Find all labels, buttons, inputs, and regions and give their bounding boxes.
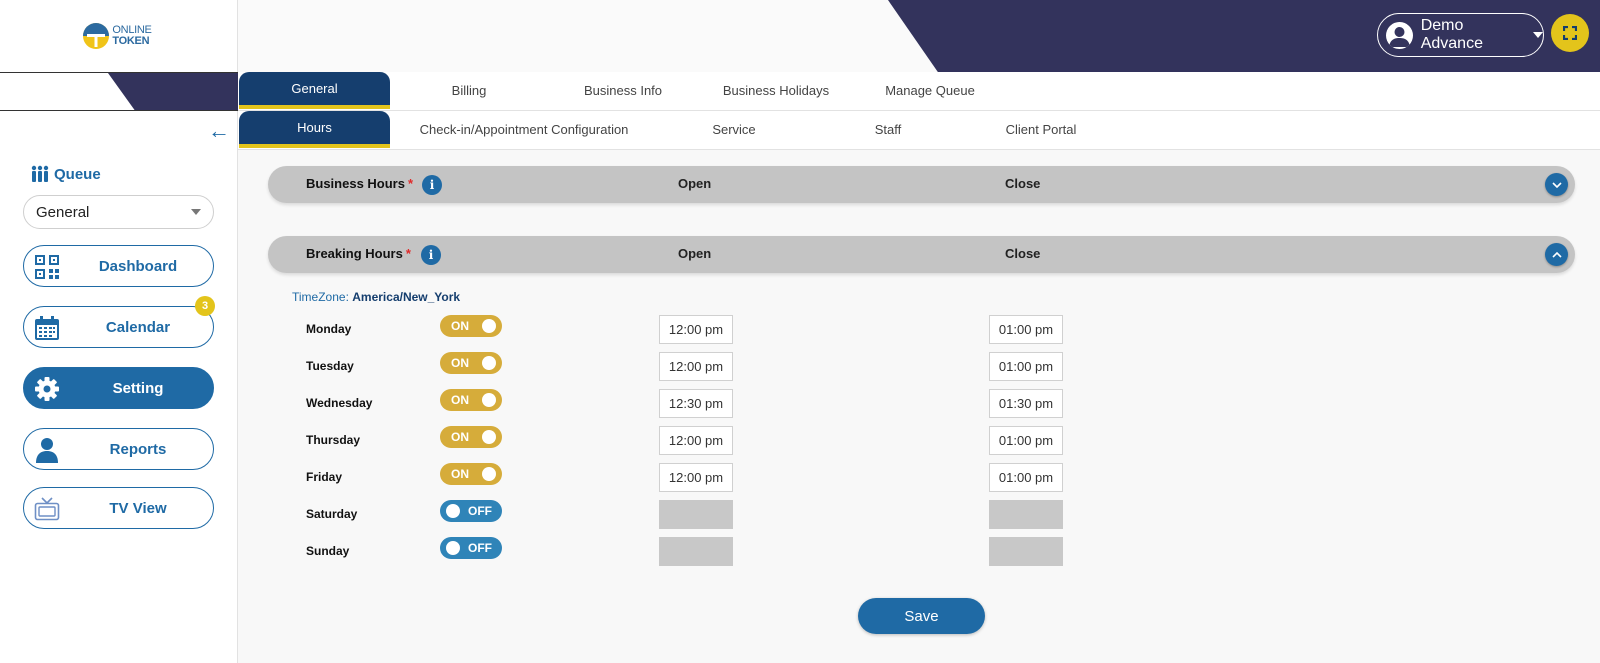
open-time-saturday bbox=[659, 500, 733, 529]
toggle-saturday[interactable]: OFF bbox=[440, 500, 502, 522]
open-time-sunday bbox=[659, 537, 733, 566]
breaking-hours-header[interactable]: Breaking Hours * i Open Close bbox=[268, 236, 1575, 273]
tab-client-portal[interactable]: Client Portal bbox=[971, 111, 1111, 148]
timezone-label: TimeZone: bbox=[292, 290, 349, 304]
open-time-wednesday[interactable]: 12:30 pm bbox=[659, 389, 733, 418]
day-label-thursday: Thursday bbox=[306, 433, 361, 447]
chevron-down-icon bbox=[1533, 32, 1543, 38]
user-avatar-icon bbox=[1386, 21, 1413, 49]
main-tabs: General Billing Business Info Business H… bbox=[238, 72, 1600, 111]
sidebar: ONLINE TOKEN ← Queue General Dashboard C… bbox=[0, 0, 238, 663]
nav-calendar-button[interactable]: Calendar 3 bbox=[23, 296, 215, 348]
nav-setting-label: Setting bbox=[112, 379, 164, 397]
gear-icon bbox=[35, 377, 59, 401]
business-hours-header[interactable]: Business Hours * i Open Close bbox=[268, 166, 1575, 203]
collapse-sidebar-arrow-icon[interactable]: ← bbox=[208, 120, 230, 142]
tab-staff[interactable]: Staff bbox=[818, 111, 958, 148]
logo-area: ONLINE TOKEN bbox=[0, 0, 238, 72]
tab-manage-queue[interactable]: Manage Queue bbox=[860, 72, 1000, 109]
queue-select-value: General bbox=[36, 203, 90, 221]
collapse-chevron-up-icon[interactable] bbox=[1545, 243, 1568, 266]
nav-dashboard-button[interactable]: Dashboard bbox=[23, 245, 214, 287]
queue-select[interactable]: General bbox=[23, 195, 214, 229]
sub-tabs: Hours Check-in/Appointment Configuration… bbox=[238, 111, 1600, 150]
open-time-monday[interactable]: 12:00 pm bbox=[659, 315, 733, 344]
day-label-sunday: Sunday bbox=[306, 544, 350, 558]
tab-hours[interactable]: Hours bbox=[239, 111, 390, 148]
breaking-hours-title: Breaking Hours * bbox=[306, 246, 411, 261]
required-asterisk: * bbox=[405, 246, 411, 261]
tab-billing[interactable]: Billing bbox=[399, 72, 539, 109]
queue-label: Queue bbox=[30, 165, 101, 183]
sidebar-header-band bbox=[0, 72, 238, 111]
day-label-saturday: Saturday bbox=[306, 507, 358, 521]
nav-reports-button[interactable]: Reports bbox=[23, 428, 214, 470]
expand-chevron-down-icon[interactable] bbox=[1545, 173, 1568, 196]
toggle-thursday[interactable]: ON bbox=[440, 426, 502, 448]
qr-code-icon bbox=[35, 255, 59, 279]
people-group-icon bbox=[31, 165, 49, 182]
logo-text: ONLINE TOKEN bbox=[112, 25, 151, 47]
info-icon[interactable]: i bbox=[421, 245, 441, 265]
nav-calendar-label: Calendar bbox=[105, 318, 171, 336]
close-time-saturday bbox=[989, 500, 1063, 529]
nav-reports-label: Reports bbox=[109, 440, 167, 458]
user-name: Demo Advance bbox=[1420, 17, 1483, 52]
calendar-icon bbox=[35, 316, 59, 340]
nav-setting-button[interactable]: Setting bbox=[23, 367, 214, 409]
chevron-down-icon bbox=[191, 209, 201, 215]
close-time-friday[interactable]: 01:00 pm bbox=[989, 463, 1063, 492]
tab-general[interactable]: General bbox=[239, 72, 390, 109]
timezone-line: TimeZone: America/New_York bbox=[292, 290, 460, 304]
toggle-monday[interactable]: ON bbox=[440, 315, 502, 337]
open-time-friday[interactable]: 12:00 pm bbox=[659, 463, 733, 492]
tab-checkin-appointment-config[interactable]: Check-in/Appointment Configuration bbox=[403, 111, 645, 148]
open-time-tuesday[interactable]: 12:00 pm bbox=[659, 352, 733, 381]
tv-icon bbox=[34, 497, 60, 521]
day-label-wednesday: Wednesday bbox=[306, 396, 373, 410]
user-menu-button[interactable]: Demo Advance bbox=[1377, 13, 1544, 57]
day-label-monday: Monday bbox=[306, 322, 352, 336]
nav-tv-view-label: TV View bbox=[109, 499, 167, 517]
nav-tv-view-button[interactable]: TV View bbox=[23, 487, 214, 529]
breaking-hours-open-label: Open bbox=[678, 246, 712, 261]
save-button[interactable]: Save bbox=[858, 598, 985, 634]
fullscreen-button[interactable] bbox=[1551, 14, 1589, 52]
open-time-thursday[interactable]: 12:00 pm bbox=[659, 426, 733, 455]
toggle-friday[interactable]: ON bbox=[440, 463, 502, 485]
close-time-sunday bbox=[989, 537, 1063, 566]
business-hours-close-label: Close bbox=[1005, 176, 1041, 191]
day-label-tuesday: Tuesday bbox=[306, 359, 354, 373]
required-asterisk: * bbox=[407, 176, 414, 191]
close-time-tuesday[interactable]: 01:00 pm bbox=[989, 352, 1063, 381]
close-time-wednesday[interactable]: 01:30 pm bbox=[989, 389, 1063, 418]
tab-service[interactable]: Service bbox=[664, 111, 804, 148]
toggle-wednesday[interactable]: ON bbox=[440, 389, 502, 411]
toggle-sunday[interactable]: OFF bbox=[440, 537, 502, 559]
online-token-logo[interactable]: ONLINE TOKEN bbox=[82, 22, 152, 50]
info-icon[interactable]: i bbox=[422, 175, 442, 195]
logo-mark-icon bbox=[83, 23, 110, 49]
calendar-count-badge: 3 bbox=[195, 296, 215, 316]
tab-business-info[interactable]: Business Info bbox=[553, 72, 693, 109]
close-time-thursday[interactable]: 01:00 pm bbox=[989, 426, 1063, 455]
logo-line2: TOKEN bbox=[112, 35, 150, 47]
nav-dashboard-label: Dashboard bbox=[98, 257, 178, 275]
queue-label-text: Queue bbox=[54, 165, 101, 183]
business-hours-title: Business Hours * bbox=[306, 176, 414, 191]
fullscreen-icon bbox=[1563, 26, 1577, 40]
tab-business-holidays[interactable]: Business Holidays bbox=[706, 72, 846, 109]
timezone-value: America/New_York bbox=[352, 290, 461, 304]
day-label-friday: Friday bbox=[306, 470, 343, 484]
toggle-tuesday[interactable]: ON bbox=[440, 352, 502, 374]
business-hours-open-label: Open bbox=[678, 176, 712, 191]
breaking-hours-close-label: Close bbox=[1005, 246, 1041, 261]
close-time-monday[interactable]: 01:00 pm bbox=[989, 315, 1063, 344]
person-icon bbox=[36, 438, 58, 463]
